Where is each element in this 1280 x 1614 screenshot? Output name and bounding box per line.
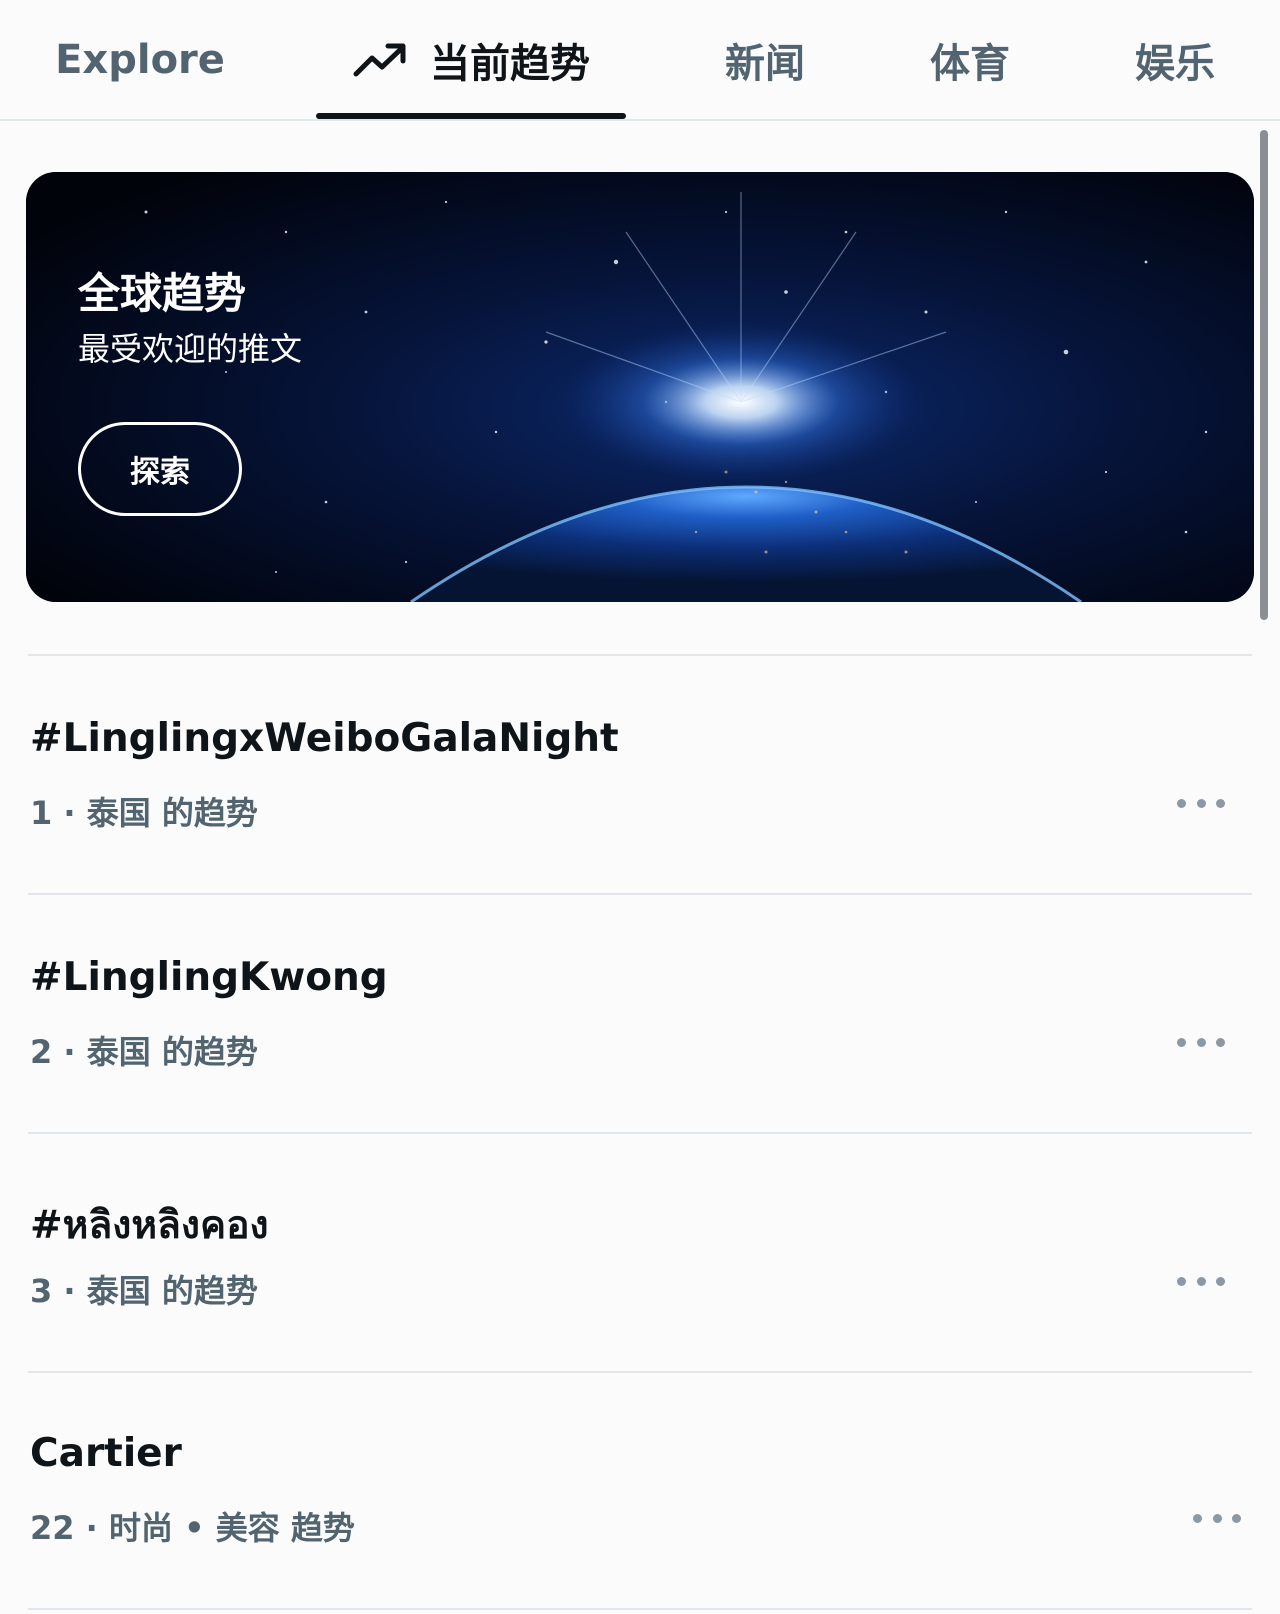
tab-sports[interactable]: 体育 [895,0,1045,119]
hero-title: 全球趋势 [78,269,247,318]
trend-title: #LinglingxWeiboGalaNight [30,716,619,761]
trend-item[interactable]: Cartier 22 · 时尚 • 美容 趋势 [0,1431,1280,1614]
trend-item[interactable]: #LinglingKwong 2 · 泰国 的趋势 [0,955,1280,1155]
tab-explore-label: Explore [55,36,225,83]
trend-title: #LinglingKwong [30,955,388,1000]
scrollbar[interactable] [1260,130,1268,620]
tab-explore[interactable]: Explore [40,0,240,119]
trend-meta: 2 · 泰国 的趋势 [30,1033,258,1071]
trend-meta: 22 · 时尚 • 美容 趋势 [30,1509,355,1547]
tab-sports-label: 体育 [930,40,1010,87]
trend-meta: 3 · 泰国 的趋势 [30,1272,258,1310]
trending-up-icon [353,43,406,76]
more-options-icon[interactable] [1177,1027,1225,1057]
tab-trending[interactable]: 当前趋势 [316,0,626,119]
tab-news-label: 新闻 [725,40,805,87]
divider [28,893,1252,895]
trend-meta: 1 · 泰国 的趋势 [30,794,258,832]
global-trends-banner[interactable]: 全球趋势 最受欢迎的推文 探索 [26,172,1254,602]
earth-space-image [26,172,1254,602]
more-options-icon[interactable] [1177,1266,1225,1296]
more-options-icon[interactable] [1177,788,1225,818]
more-options-icon[interactable] [1193,1503,1241,1533]
tab-bar: Explore 当前趋势 新闻 体育 娱乐 [0,0,1280,121]
tab-trending-label: 当前趋势 [430,40,590,87]
hero-subtitle: 最受欢迎的推文 [78,330,303,368]
divider [28,1608,1252,1610]
trend-title: #หลิงหลิงคอง [30,1203,269,1248]
divider [28,1371,1252,1373]
tab-news[interactable]: 新闻 [690,0,840,119]
explore-page: Explore 当前趋势 新闻 体育 娱乐 全球趋势 最受欢迎的推文 探索 #L… [0,0,1280,1614]
trend-item[interactable]: #LinglingxWeiboGalaNight 1 · 泰国 的趋势 [0,716,1280,916]
explore-button[interactable]: 探索 [78,422,242,516]
tab-entertainment-label: 娱乐 [1135,40,1215,87]
divider [28,1132,1252,1134]
active-tab-indicator [316,113,626,119]
trend-title: Cartier [30,1431,182,1476]
tab-entertainment[interactable]: 娱乐 [1100,0,1250,119]
divider [28,654,1252,656]
trend-item[interactable]: #หลิงหลิงคอง 3 · 泰国 的趋势 [0,1194,1280,1394]
